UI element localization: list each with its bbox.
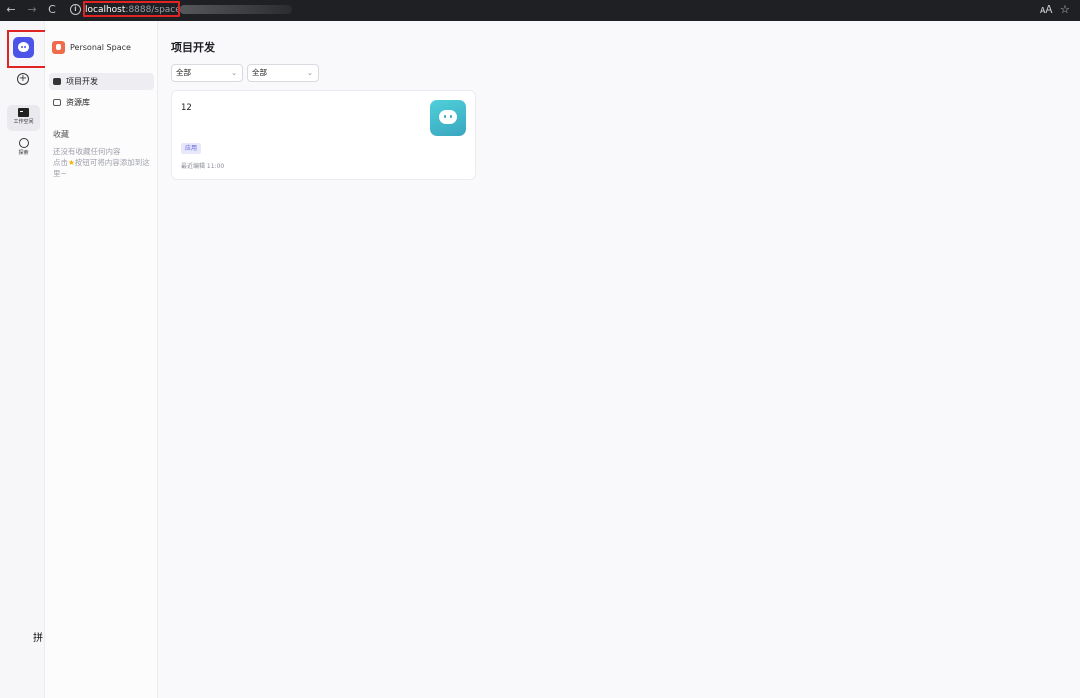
reload-icon[interactable]: C — [45, 3, 59, 17]
logo-highlight-box — [7, 30, 49, 68]
project-card-title: 12 — [181, 103, 192, 113]
rail-item-label: 工作空间 — [13, 119, 34, 125]
folder-terminal-icon — [18, 108, 29, 117]
filter-value: 全部 — [176, 68, 191, 77]
forward-arrow-icon[interactable]: → — [25, 3, 39, 17]
library-icon — [53, 99, 61, 106]
favorites-title: 收藏 — [53, 130, 69, 139]
space-avatar — [52, 40, 65, 54]
type-filter-select[interactable]: 全部 ⌄ — [171, 64, 243, 82]
chevron-down-icon: ⌄ — [307, 69, 313, 77]
url-highlight-box — [83, 1, 180, 17]
favorites-hint-before: 点击 — [53, 158, 68, 167]
rail-item-label: 探索 — [18, 150, 29, 156]
project-icon — [53, 78, 61, 85]
favorites-hint: 点击★按钮可将内容添加到这里~ — [53, 157, 155, 179]
star-icon: ★ — [68, 158, 75, 167]
app-window: + 工作空间 探索 拼 美 𝄞 ʻ, 简 ◎ ⋮ Personal Space … — [0, 21, 1080, 698]
add-circle-icon[interactable]: + — [17, 73, 29, 85]
page-title: 项目开发 — [171, 41, 215, 54]
sidebar-item-label: 项目开发 — [66, 77, 98, 86]
owner-filter-select[interactable]: 全部 ⌄ — [247, 64, 319, 82]
favorites-empty-text: 还没有收藏任何内容 — [53, 147, 121, 156]
space-name: Personal Space — [70, 42, 131, 52]
rail-item-explore[interactable]: 探索 — [7, 135, 40, 161]
rail-item-workspace[interactable]: 工作空间 — [7, 105, 40, 131]
left-rail: + 工作空间 探索 拼 美 𝄞 ʻ, 简 ◎ ⋮ — [0, 21, 107, 698]
browser-toolbar: ← → C i localhost:8888/space/75 🗚 ☆ — [0, 0, 1080, 21]
project-card[interactable]: 12 应用 最近编辑 11:00 — [171, 90, 476, 180]
url-redacted-area — [180, 5, 292, 14]
last-edited-time: 最近编辑 11:00 — [181, 163, 225, 170]
space-sidebar: Personal Space 项目开发 资源库 收藏 还没有收藏任何内容 点击★… — [45, 21, 158, 698]
filter-value: 全部 — [252, 68, 267, 77]
compass-icon — [18, 138, 29, 148]
chat-bubble-icon — [439, 110, 457, 124]
sidebar-item-label: 资源库 — [66, 98, 90, 107]
space-switcher[interactable]: Personal Space — [52, 40, 131, 54]
chevron-down-icon: ⌄ — [231, 69, 237, 77]
star-icon[interactable]: ☆ — [1060, 3, 1070, 17]
translate-icon[interactable]: 🗚 — [1040, 3, 1052, 17]
sidebar-item-project-dev[interactable]: 项目开发 — [49, 73, 154, 90]
project-type-badge: 应用 — [181, 143, 202, 154]
sidebar-item-library[interactable]: 资源库 — [49, 94, 154, 111]
main-content: 项目开发 全部 ⌄ 全部 ⌄ 12 应用 最近编辑 11:00 — [158, 21, 1080, 698]
site-info-icon[interactable]: i — [70, 4, 81, 15]
bot-avatar-icon — [430, 100, 466, 136]
back-arrow-icon[interactable]: ← — [4, 3, 18, 17]
